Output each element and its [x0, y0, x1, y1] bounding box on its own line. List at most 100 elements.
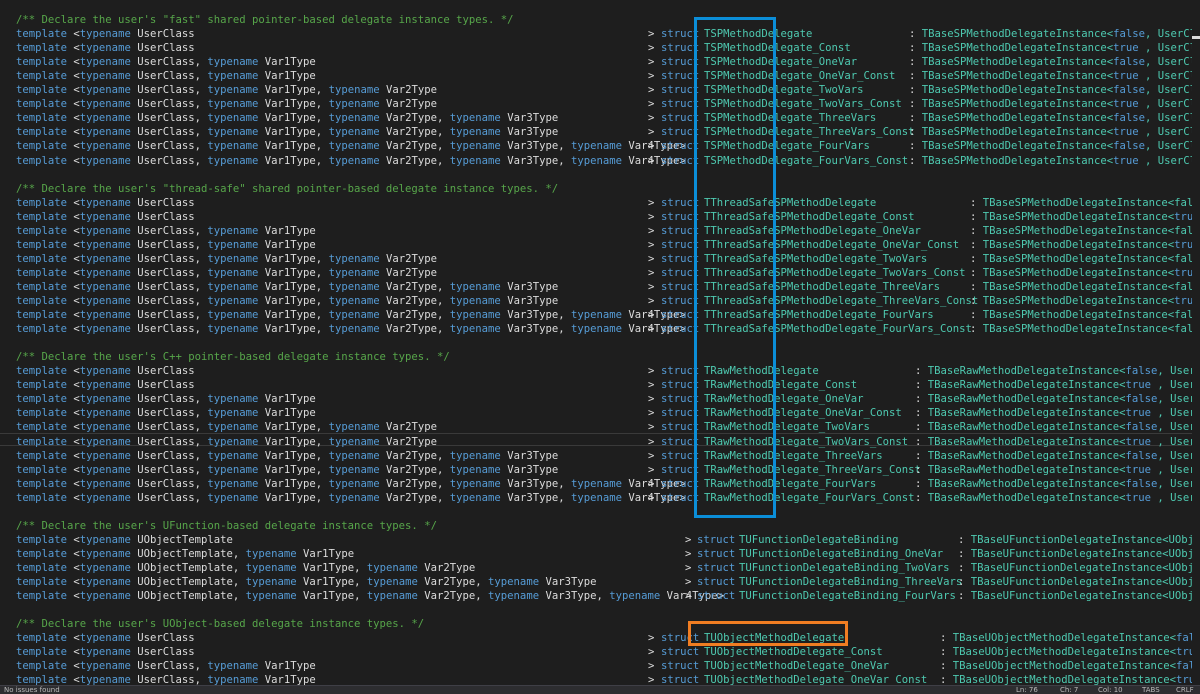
template-params: template <typename UserClass, typename V… — [16, 140, 686, 153]
template-close: > — [648, 140, 655, 153]
struct-keyword: struct — [661, 660, 700, 673]
base-class: : TBaseRawMethodDelegateInstance<false, … — [915, 477, 1200, 490]
base-class: : TBaseUObjectMethodDelegateInstance<fal… — [940, 660, 1200, 673]
base-class: : TBaseSPMethodDelegateInstance<fals — [970, 196, 1200, 209]
template-close: > — [648, 379, 655, 392]
comment-text: /** Declare the user's UFunction-based d… — [16, 519, 437, 532]
template-params: template <typename UserClass, typename V… — [16, 238, 316, 251]
struct-keyword: struct — [697, 547, 736, 560]
base-class: : TBaseSPMethodDelegateInstance<true , U… — [909, 70, 1200, 83]
delegate-type-name: TUFunctionDelegateBinding — [739, 533, 899, 546]
template-close: > — [648, 224, 655, 237]
template-close: > — [648, 295, 655, 307]
comment-text: /** Declare the user's UObject-based del… — [16, 618, 425, 631]
template-close: > — [648, 393, 655, 406]
base-class: : TBaseSPMethodDelegateInstance<false, U… — [909, 84, 1200, 97]
base-class: : TBaseSPMethodDelegateInstance<false, U… — [909, 112, 1200, 125]
template-params: template <typename UserClass, typename V… — [16, 252, 438, 265]
template-close: > — [648, 126, 655, 139]
base-class: : TBaseSPMethodDelegateInstance<fals — [970, 280, 1200, 293]
template-close: > — [648, 70, 655, 83]
base-class: : TBaseSPMethodDelegateInstance<true — [970, 210, 1200, 223]
struct-keyword: struct — [661, 674, 700, 685]
struct-keyword: struct — [697, 533, 736, 546]
template-close: > — [648, 280, 655, 293]
base-class: : TBaseSPMethodDelegateInstance<true , U… — [909, 42, 1200, 55]
template-close: > — [648, 463, 655, 476]
comment-text: /** Declare the user's "fast" shared poi… — [16, 14, 514, 26]
template-params: template <typename UserClass, typename V… — [16, 477, 686, 490]
template-close: > — [648, 660, 655, 673]
base-class: : TBaseUObjectMethodDelegateInstance<tru… — [940, 646, 1200, 659]
base-class: : TBaseRawMethodDelegateInstance<true , … — [915, 407, 1200, 420]
template-close: > — [648, 28, 655, 41]
template-params: template <typename UserClass, typename V… — [16, 393, 316, 406]
vertical-scrollbar[interactable] — [1192, 0, 1200, 685]
template-params: template <typename UserClass, typename V… — [16, 126, 559, 139]
template-params: template <typename UObjectTemplate, type… — [16, 576, 597, 588]
delegate-type-name: TUFunctionDelegateBinding_OneVar — [739, 547, 944, 560]
template-close: > — [648, 323, 655, 336]
base-class: : TBaseUObjectMethodDelegateInstance<fal… — [940, 632, 1200, 645]
base-class: : TBaseRawMethodDelegateInstance<true , … — [915, 379, 1200, 392]
template-params: template <typename UObjectTemplate, type… — [16, 561, 476, 574]
base-class: : TBaseRawMethodDelegateInstance<false, … — [915, 393, 1200, 406]
template-close: > — [648, 309, 655, 322]
template-params: template <typename UserClass, typename V… — [16, 435, 438, 448]
base-class: : TBaseSPMethodDelegateInstance<fals — [970, 224, 1200, 237]
template-params: template <typename UserClass, typename V… — [16, 309, 686, 322]
template-close: > — [648, 449, 655, 462]
struct-keyword: struct — [697, 561, 736, 574]
template-close: > — [648, 421, 655, 434]
base-class: : TBaseSPMethodDelegateInstance<fals — [970, 323, 1200, 336]
template-params: template <typename UserClass, typename V… — [16, 280, 559, 293]
template-close: > — [648, 646, 655, 659]
scrollbar-marker — [1192, 36, 1200, 39]
template-params: template <typename UserClass, typename V… — [16, 70, 316, 83]
highlight-box-orange — [688, 621, 848, 646]
template-params: template <typename UserClass — [16, 196, 195, 209]
base-class: : TBaseSPMethodDelegateInstance<true — [970, 238, 1200, 251]
template-params: template <typename UserClass — [16, 42, 195, 55]
template-close: > — [648, 112, 655, 125]
base-class: : TBaseUFunctionDelegateInstance<UObje — [958, 576, 1200, 588]
base-class: : TBaseSPMethodDelegateInstance<false, U… — [909, 56, 1200, 69]
base-class: : TBaseSPMethodDelegateInstance<true — [970, 266, 1200, 279]
template-close: > — [648, 252, 655, 265]
code-editor[interactable]: /** Declare the user's "fast" shared poi… — [0, 0, 1200, 685]
template-close: > — [648, 632, 655, 645]
template-close: > — [648, 477, 655, 490]
base-class: : TBaseSPMethodDelegateInstance<fals — [970, 252, 1200, 265]
base-class: : TBaseRawMethodDelegateInstance<true , … — [915, 463, 1200, 476]
template-params: template <typename UObjectTemplate, type… — [16, 547, 355, 560]
template-params: template <typename UserClass — [16, 210, 195, 223]
template-params: template <typename UserClass, typename V… — [16, 421, 438, 434]
template-close: > — [648, 491, 655, 504]
template-params: template <typename UserClass, typename V… — [16, 295, 559, 307]
template-params: template <typename UserClass, typename V… — [16, 491, 686, 504]
template-close: > — [648, 42, 655, 55]
template-close: > — [648, 238, 655, 251]
template-params: template <typename UserClass, typename V… — [16, 84, 438, 97]
base-class: : TBaseRawMethodDelegateInstance<true , … — [915, 435, 1200, 448]
base-class: : TBaseSPMethodDelegateInstance<true , U… — [909, 126, 1200, 139]
template-close: > — [648, 56, 655, 69]
template-params: template <typename UserClass — [16, 632, 195, 645]
template-params: template <typename UserClass — [16, 646, 195, 659]
base-class: : TBaseRawMethodDelegateInstance<false, … — [915, 365, 1200, 378]
struct-keyword: struct — [697, 590, 736, 603]
template-params: template <typename UserClass, typename V… — [16, 98, 438, 111]
base-class: : TBaseUFunctionDelegateInstance<UObje — [958, 547, 1200, 560]
base-class: : TBaseSPMethodDelegateInstance<false, U… — [909, 140, 1200, 153]
template-params: template <typename UserClass, typename V… — [16, 224, 316, 237]
template-close: > — [648, 210, 655, 223]
base-class: : TBaseSPMethodDelegateInstance<true — [970, 295, 1200, 307]
template-params: template <typename UObjectTemplate — [16, 533, 233, 546]
delegate-type-name: TUFunctionDelegateBinding_ThreeVars — [739, 576, 963, 588]
template-close: > — [648, 365, 655, 378]
template-params: template <typename UserClass, typename V… — [16, 266, 438, 279]
template-close: > — [648, 674, 655, 685]
template-close: > — [685, 576, 692, 588]
template-params: template <typename UObjectTemplate, type… — [16, 590, 725, 603]
template-close: > — [648, 98, 655, 111]
